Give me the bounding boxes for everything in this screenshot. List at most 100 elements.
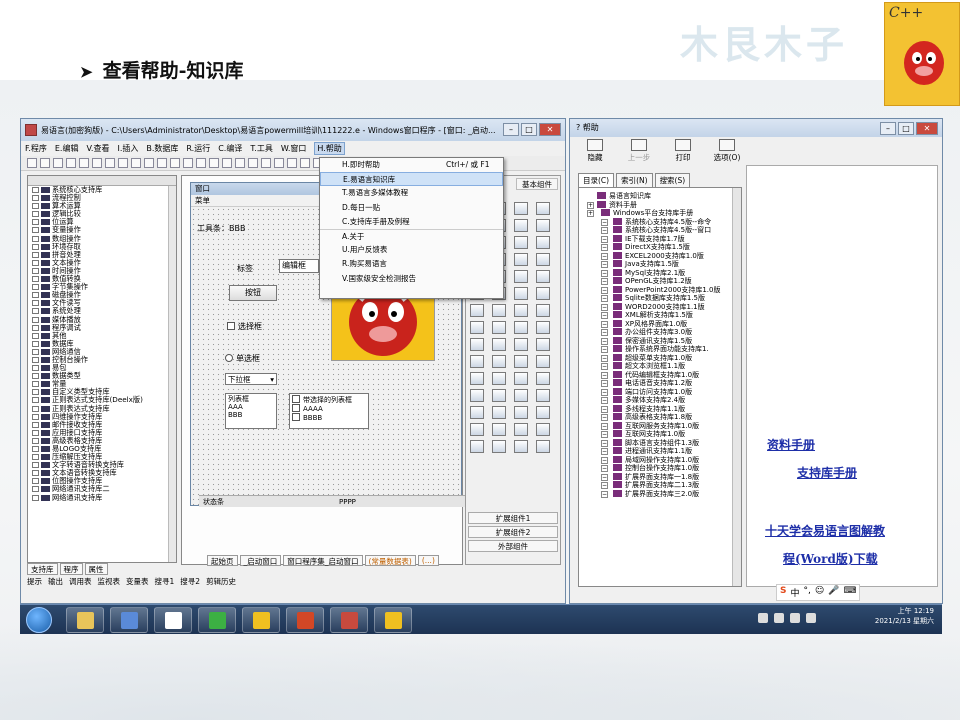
- help-tree-item[interactable]: − 局域网操作支持库1.0版: [579, 455, 741, 465]
- expand-icon[interactable]: [32, 494, 39, 501]
- expand-icon[interactable]: [32, 437, 39, 444]
- tree-item[interactable]: 媒体播放: [28, 315, 176, 324]
- edit-control[interactable]: 编辑框: [279, 259, 319, 273]
- expand-icon[interactable]: [32, 195, 39, 202]
- component-icon[interactable]: [514, 406, 528, 419]
- tree-item[interactable]: 网络通信: [28, 347, 176, 356]
- expand-icon[interactable]: [32, 421, 39, 428]
- expand-icon[interactable]: [32, 381, 39, 388]
- help-tree-scrollbar[interactable]: [732, 188, 741, 586]
- expand-icon[interactable]: −: [601, 431, 608, 438]
- help-tree-item[interactable]: − 办公组件支持库3.0版: [579, 328, 741, 337]
- expand-icon[interactable]: [32, 300, 39, 307]
- toolbar-button-icon[interactable]: [248, 158, 258, 168]
- help-close-button[interactable]: ✕: [916, 122, 938, 135]
- link-library-manual[interactable]: 支持库手册: [797, 464, 857, 481]
- palette-extension2-button[interactable]: 扩展组件2: [468, 526, 558, 538]
- emoji-icon[interactable]: ☺: [815, 586, 824, 599]
- menu-item[interactable]: B.数据库: [146, 143, 178, 154]
- component-icon[interactable]: [470, 321, 484, 334]
- expand-icon[interactable]: −: [601, 261, 608, 268]
- toolbar-button-icon[interactable]: [131, 158, 141, 168]
- component-icon[interactable]: [492, 321, 506, 334]
- minimize-button[interactable]: –: [503, 123, 519, 136]
- component-icon[interactable]: [492, 406, 506, 419]
- checkbox-control[interactable]: 选择框: [227, 321, 262, 332]
- bottom-tab[interactable]: 监视表: [98, 576, 121, 587]
- help-tree-item[interactable]: − 端口访问支持库1.0版: [579, 387, 741, 397]
- component-icon[interactable]: [514, 202, 528, 215]
- toolbar-button-icon[interactable]: [53, 158, 63, 168]
- ime-toolbar[interactable]: S 中 °, ☺ 🎤 ⌨: [776, 584, 861, 601]
- ime-punct[interactable]: °,: [804, 586, 811, 599]
- help-menu-item[interactable]: R.购买易语言: [320, 257, 503, 271]
- print-button[interactable]: 打印: [668, 139, 698, 163]
- component-icon[interactable]: [536, 270, 550, 283]
- help-tree-item[interactable]: − 互联网支持库1.0版: [579, 430, 741, 439]
- taskbar-app-button[interactable]: [286, 607, 324, 633]
- expand-icon[interactable]: [32, 470, 39, 477]
- tab-1[interactable]: 程序: [59, 563, 83, 575]
- expand-icon[interactable]: [32, 348, 39, 355]
- toolbar-button-icon[interactable]: [300, 158, 310, 168]
- hide-button[interactable]: 隐藏: [580, 139, 610, 163]
- expand-icon[interactable]: −: [601, 227, 608, 234]
- taskbar-app-button[interactable]: [154, 607, 192, 633]
- help-tree-item[interactable]: − PowerPoint2000支持库1.0版: [579, 285, 741, 295]
- expand-icon[interactable]: [32, 478, 39, 485]
- expand-icon[interactable]: [32, 373, 39, 380]
- help-tree-item[interactable]: − 脚本语言支持组件1.3版: [579, 438, 741, 448]
- expand-icon[interactable]: +: [587, 210, 594, 217]
- expand-icon[interactable]: [32, 259, 39, 266]
- help-tab[interactable]: 目录(C): [578, 173, 615, 188]
- help-tree-item[interactable]: − Sqlite数据库支持库1.5版: [579, 294, 741, 303]
- toolbar-button-icon[interactable]: [105, 158, 115, 168]
- expand-icon[interactable]: −: [601, 346, 608, 353]
- tree-item[interactable]: 高级表格支持库: [28, 436, 176, 445]
- expand-icon[interactable]: −: [601, 363, 608, 370]
- component-icon[interactable]: [536, 253, 550, 266]
- expand-icon[interactable]: [32, 227, 39, 234]
- designer-tab[interactable]: 起始页: [207, 555, 238, 566]
- expand-icon[interactable]: −: [601, 244, 608, 251]
- tree-item[interactable]: 拼音处理: [28, 250, 176, 259]
- component-icon[interactable]: [470, 440, 484, 453]
- toolbar-button-icon[interactable]: [274, 158, 284, 168]
- ime-mode[interactable]: 中: [790, 586, 799, 599]
- expand-icon[interactable]: −: [601, 414, 608, 421]
- tree-item[interactable]: 文件读写: [28, 299, 176, 307]
- mic-icon[interactable]: 🎤: [828, 586, 839, 599]
- component-icon[interactable]: [470, 389, 484, 402]
- expand-icon[interactable]: −: [601, 388, 608, 396]
- help-tree-item[interactable]: − WORD2000支持库1.1版: [579, 302, 741, 312]
- expand-icon[interactable]: +: [587, 201, 594, 209]
- expand-icon[interactable]: [32, 284, 39, 291]
- help-tree-item[interactable]: − 多线程支持库1.1版: [579, 404, 741, 414]
- bottom-tab[interactable]: 搜寻1: [155, 576, 175, 587]
- tray-network-icon[interactable]: [790, 613, 800, 623]
- designer-tab[interactable]: (...): [417, 555, 439, 566]
- expand-icon[interactable]: −: [601, 337, 608, 345]
- menu-item[interactable]: H.帮助: [314, 142, 345, 155]
- help-tree-item[interactable]: − EXCEL2000支持库1.0版: [579, 251, 741, 261]
- expand-icon[interactable]: −: [601, 465, 608, 472]
- expand-icon[interactable]: [32, 235, 39, 242]
- tree-item[interactable]: 其他: [28, 331, 176, 340]
- component-icon[interactable]: [470, 304, 484, 317]
- menu-item[interactable]: V.查看: [86, 143, 109, 154]
- bottom-tab[interactable]: 调用表: [69, 576, 92, 587]
- expand-icon[interactable]: [32, 308, 39, 315]
- component-icon[interactable]: [514, 270, 528, 283]
- checklist-checkbox[interactable]: [292, 404, 300, 412]
- expand-icon[interactable]: −: [601, 397, 608, 404]
- component-icon[interactable]: [536, 423, 550, 436]
- tree-item[interactable]: 控制台操作: [28, 355, 176, 364]
- expand-icon[interactable]: −: [601, 286, 608, 294]
- tree-item[interactable]: 易包: [28, 364, 176, 372]
- menu-item[interactable]: R.运行: [186, 143, 210, 154]
- component-icon[interactable]: [470, 406, 484, 419]
- help-tree-item[interactable]: − 超文本浏览框1.1版: [579, 362, 741, 371]
- back-button[interactable]: 上一步: [624, 139, 654, 163]
- expand-icon[interactable]: [32, 324, 39, 331]
- expand-icon[interactable]: [32, 243, 39, 250]
